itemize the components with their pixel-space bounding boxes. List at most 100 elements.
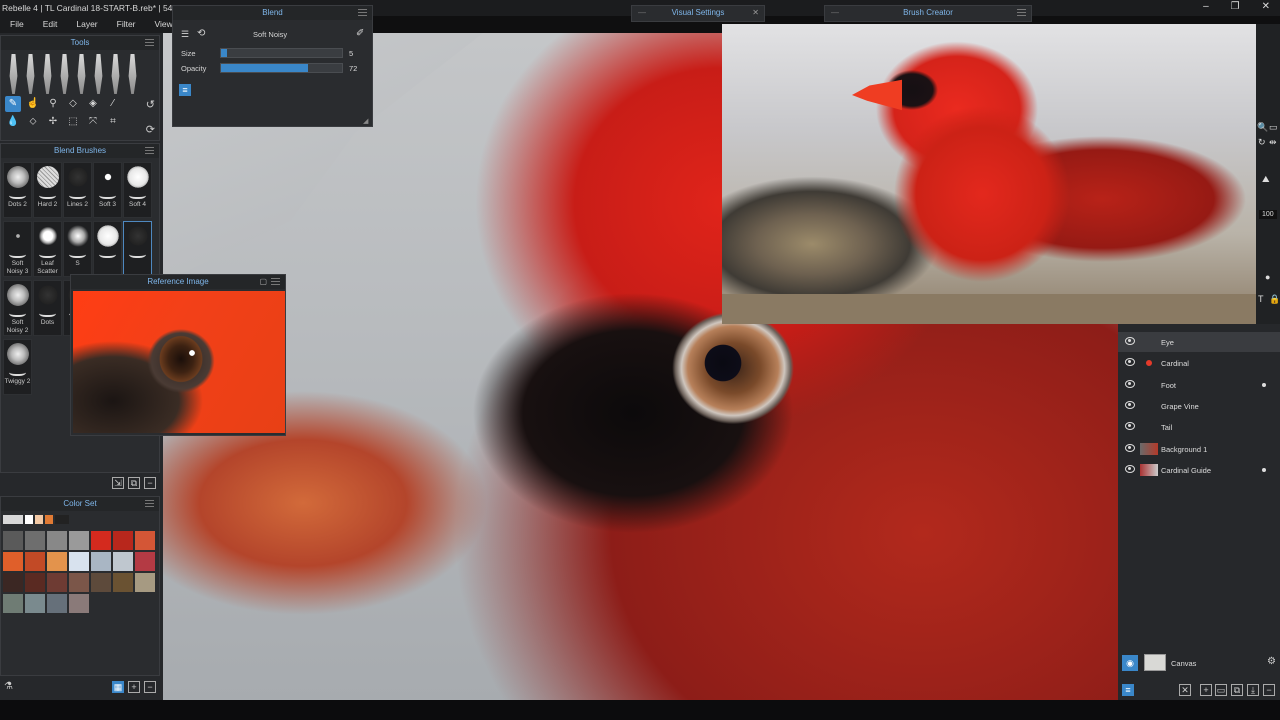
add-color-icon[interactable]: + [128, 681, 140, 693]
smudge-tool-icon[interactable]: ☝ [25, 96, 41, 112]
flip-icon[interactable]: ⇹ [1269, 137, 1277, 148]
blend-brush-item[interactable]: Dots [33, 280, 62, 336]
fill-tool-icon[interactable]: ◈ [85, 96, 101, 112]
pastel-brush-icon[interactable] [43, 54, 52, 94]
fit-screen-icon[interactable]: ▭ [1269, 122, 1278, 133]
zoom-value[interactable]: 100 [1259, 210, 1277, 219]
brush-settings-icon[interactable]: ☰ [181, 29, 189, 40]
eraser-tool-icon[interactable]: ◇ [65, 96, 81, 112]
color-swatch[interactable] [69, 594, 89, 613]
round-brush-icon[interactable] [111, 54, 120, 94]
blend-brush-item[interactable] [93, 221, 122, 277]
brush-reset-icon[interactable]: ⟲ [197, 28, 205, 39]
color-swatch[interactable] [135, 573, 155, 592]
color-swatch[interactable] [25, 573, 45, 592]
tilt-icon[interactable]: ⛰ [1262, 174, 1270, 185]
color-swatch[interactable] [3, 573, 23, 592]
color-swatch[interactable] [113, 531, 133, 550]
marker-brush-icon[interactable] [26, 54, 35, 94]
clear-layer-icon[interactable]: − [1263, 684, 1275, 696]
layer-row[interactable]: Cardinal [1118, 353, 1280, 373]
reset-icon[interactable]: ⟳ [146, 123, 155, 136]
flat-brush-icon[interactable] [94, 54, 103, 94]
blend-brush-item[interactable]: S [63, 221, 92, 277]
size-slider[interactable] [220, 48, 343, 58]
active-color-swatch[interactable] [45, 515, 53, 524]
advanced-settings-icon[interactable]: ≡ [179, 84, 191, 96]
color-swatch[interactable] [135, 531, 155, 550]
brush-edit-icon[interactable]: ✐ [356, 28, 364, 39]
color-swatch[interactable] [91, 531, 111, 550]
menu-filter[interactable]: Filter [107, 16, 145, 33]
minimize-button[interactable]: – [1203, 1, 1209, 12]
blend-brush-item[interactable]: Dots 2 [3, 162, 32, 218]
airbrush-icon[interactable] [77, 54, 86, 94]
close-button[interactable]: ✕ [1262, 1, 1270, 12]
canvas-settings-icon[interactable]: ⚙ [1267, 656, 1276, 667]
opacity-value[interactable]: 72 [349, 64, 357, 73]
pencil-brush-icon[interactable] [9, 54, 18, 94]
active-color-swatch[interactable] [3, 515, 23, 524]
layer-row[interactable]: Eye [1118, 332, 1280, 352]
color-swatch[interactable] [69, 552, 89, 571]
panel-menu-icon[interactable] [145, 500, 154, 507]
eye-icon[interactable] [1125, 422, 1135, 431]
blend-brush-item[interactable]: Soft Noisy 2 [3, 280, 32, 336]
water-tool-icon[interactable]: 💧 [5, 114, 21, 130]
layer-row[interactable]: Background 1 [1118, 439, 1280, 459]
text-tool-icon[interactable]: T [1258, 294, 1264, 304]
remove-color-icon[interactable]: − [144, 681, 156, 693]
eye-icon[interactable] [1125, 464, 1135, 473]
color-swatch[interactable] [3, 594, 23, 613]
new-layer-icon[interactable]: + [1200, 684, 1212, 696]
eye-icon[interactable] [1125, 337, 1135, 345]
blend-brush-item[interactable] [123, 221, 152, 277]
menu-edit[interactable]: Edit [33, 16, 67, 33]
transform-tool-icon[interactable]: ⤧ [85, 114, 101, 130]
remove-brush-icon[interactable]: − [144, 477, 156, 489]
blend-brush-item[interactable]: Soft Noisy 3 [3, 221, 32, 277]
layer-row[interactable]: Cardinal Guide [1118, 460, 1280, 480]
active-color-swatch[interactable] [25, 515, 33, 524]
crop-tool-icon[interactable]: ⌗ [105, 114, 121, 130]
layer-row[interactable]: Tail [1118, 417, 1280, 437]
import-brush-icon[interactable]: ⇲ [112, 477, 124, 489]
color-swatch[interactable] [113, 573, 133, 592]
new-group-icon[interactable]: ▭ [1215, 684, 1227, 696]
stamp-tool-icon[interactable]: ⚲ [45, 96, 61, 112]
maximize-button[interactable]: ❐ [1231, 1, 1240, 12]
merge-layer-icon[interactable]: ⤓ [1247, 684, 1259, 696]
blow-tool-icon[interactable]: ✢ [45, 114, 61, 130]
color-swatch[interactable] [69, 573, 89, 592]
panel-menu-icon[interactable] [1017, 9, 1026, 16]
color-swatch[interactable] [3, 552, 23, 571]
color-picker-icon[interactable]: ⚗ [4, 681, 13, 692]
menu-layer[interactable]: Layer [66, 16, 106, 33]
blend-tool-icon[interactable]: ✎ [5, 96, 21, 112]
color-swatch[interactable] [47, 531, 67, 550]
duplicate-layer-icon[interactable]: ⧉ [1231, 684, 1243, 696]
layer-row[interactable]: Grape Vine [1118, 396, 1280, 416]
color-swatch[interactable] [25, 594, 45, 613]
layer-properties-icon[interactable]: ≡ [1122, 684, 1134, 696]
color-swatch[interactable] [3, 531, 23, 550]
duplicate-brush-icon[interactable]: ⧉ [128, 477, 140, 489]
delete-layer-icon[interactable]: ✕ [1179, 684, 1191, 696]
blend-brush-item[interactable]: Hard 2 [33, 162, 62, 218]
color-swatch[interactable] [47, 573, 67, 592]
blend-brush-item[interactable]: Lines 2 [63, 162, 92, 218]
blend-brush-item[interactable]: Soft 4 [123, 162, 152, 218]
undo-icon[interactable]: ↺ [146, 98, 155, 111]
size-value[interactable]: 5 [349, 49, 353, 58]
color-swatch[interactable] [135, 552, 155, 571]
reference-image[interactable] [73, 291, 285, 433]
chalk-brush-icon[interactable] [128, 54, 137, 94]
zoom-icon[interactable]: 🔍 [1257, 122, 1268, 133]
menu-file[interactable]: File [0, 16, 33, 33]
canvas-layer-row[interactable]: ◉ Canvas ⚙ [1118, 652, 1280, 674]
blend-brush-item[interactable]: Soft 3 [93, 162, 122, 218]
picker-tool-icon[interactable]: ⁄ [105, 96, 121, 112]
selection-tool-icon[interactable]: ⬚ [65, 114, 81, 130]
color-swatch[interactable] [91, 573, 111, 592]
canvas-visibility-icon[interactable]: ◉ [1122, 655, 1138, 671]
